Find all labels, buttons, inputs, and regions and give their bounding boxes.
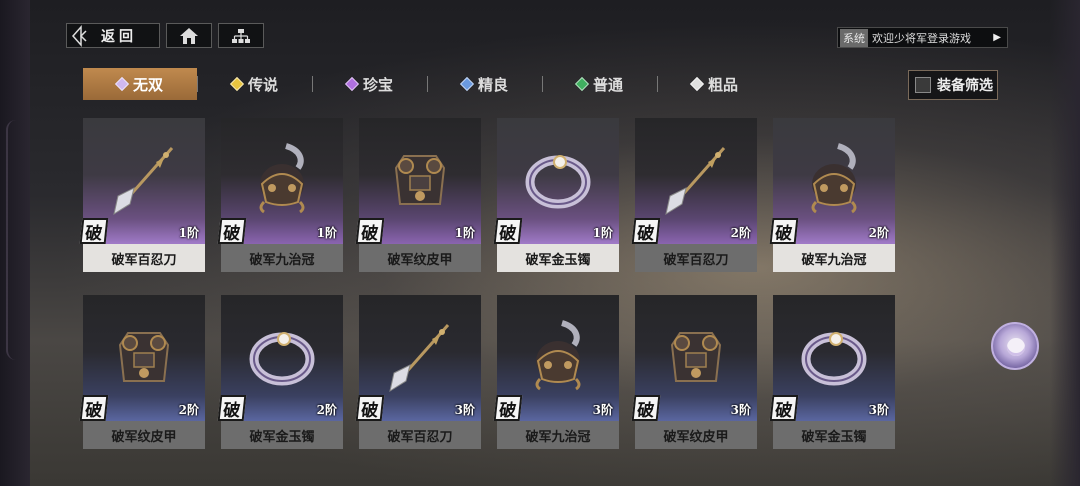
- equipment-name: 破军金玉镯: [773, 421, 895, 449]
- glaive-icon: [656, 138, 736, 218]
- tab-label: 无双: [132, 75, 163, 94]
- system-tag: 系统: [840, 28, 868, 47]
- diamond-icon: [114, 76, 130, 92]
- tier-label: 2阶: [178, 403, 199, 417]
- equipment-grid: 破 1阶 破军百忍刀破 1阶 破军九治冠破 1阶 破军纹皮甲破 1阶 破军金玉镯破 2阶 破军百忍刀…: [79, 118, 895, 449]
- hierarchy-button[interactable]: [218, 23, 264, 48]
- po-badge: 破: [493, 218, 523, 244]
- equipment-card[interactable]: 破 3阶破军九治冠: [493, 295, 619, 449]
- quality-tab[interactable]: 传说: [198, 68, 312, 100]
- tier-label: 3阶: [730, 403, 751, 417]
- equipment-card[interactable]: 破 3阶破军金玉镯: [769, 295, 895, 449]
- bracelet-icon: [794, 315, 874, 395]
- home-icon: [180, 27, 198, 44]
- equipment-card[interactable]: 破 1阶破军纹皮甲: [355, 118, 481, 272]
- tier-label: 3阶: [592, 403, 613, 417]
- po-badge: 破: [631, 218, 661, 244]
- equipment-card[interactable]: 破 2阶破军九治冠: [769, 118, 895, 272]
- equipment-card[interactable]: 破 2阶破军百忍刀: [631, 118, 757, 272]
- tab-label: 普通: [592, 75, 623, 94]
- po-badge: 破: [217, 218, 247, 244]
- tab-label: 传说: [247, 75, 278, 94]
- equipment-card[interactable]: 破 3阶破军百忍刀: [355, 295, 481, 449]
- quality-tab[interactable]: 精良: [428, 68, 542, 100]
- equipment-name: 破军纹皮甲: [635, 421, 757, 449]
- armor-icon: [104, 315, 184, 395]
- tier-label: 3阶: [868, 403, 889, 417]
- helmet-icon: [794, 138, 874, 218]
- po-badge: 破: [493, 395, 523, 421]
- diamond-icon: [459, 76, 475, 92]
- tier-label: 3阶: [454, 403, 475, 417]
- po-badge: 破: [631, 395, 661, 421]
- quality-tab[interactable]: 无双: [83, 68, 197, 100]
- po-badge: 破: [355, 218, 385, 244]
- tier-label: 2阶: [730, 226, 751, 240]
- equipment-name: 破军九治冠: [221, 244, 343, 272]
- home-button[interactable]: [166, 23, 212, 48]
- diamond-icon: [229, 76, 245, 92]
- equipment-card[interactable]: 破 1阶破军百忍刀: [79, 118, 205, 272]
- tab-label: 粗品: [707, 75, 738, 94]
- po-badge: 破: [79, 218, 109, 244]
- po-badge: 破: [79, 395, 109, 421]
- armor-icon: [656, 315, 736, 395]
- helmet-icon: [242, 138, 322, 218]
- po-badge: 破: [217, 395, 247, 421]
- back-button[interactable]: 返回: [66, 23, 160, 48]
- armor-icon: [380, 138, 460, 218]
- top-nav: 返回: [66, 23, 264, 48]
- tier-label: 2阶: [316, 403, 337, 417]
- quality-tabs: 无双 传说 珍宝 精良 普通 粗品: [83, 68, 772, 100]
- equipment-card[interactable]: 破 1阶破军九治冠: [217, 118, 343, 272]
- equipment-name: 破军金玉镯: [221, 421, 343, 449]
- right-decor-edge: [1050, 0, 1080, 486]
- character-avatar-icon[interactable]: [991, 322, 1039, 370]
- glaive-icon: [104, 138, 184, 218]
- play-arrow-icon[interactable]: ▶: [993, 32, 1001, 43]
- equipment-name: 破军九治冠: [773, 244, 895, 272]
- tier-label: 2阶: [868, 226, 889, 240]
- equipment-name: 破军百忍刀: [635, 244, 757, 272]
- tier-label: 1阶: [592, 226, 613, 240]
- helmet-icon: [518, 315, 598, 395]
- diamond-icon: [689, 76, 705, 92]
- bracelet-icon: [242, 315, 322, 395]
- back-label: 返回: [101, 28, 137, 45]
- left-decor-edge: [0, 0, 30, 486]
- po-badge: 破: [355, 395, 385, 421]
- diamond-icon: [344, 76, 360, 92]
- filter-checkbox[interactable]: [915, 77, 931, 93]
- equipment-name: 破军纹皮甲: [83, 421, 205, 449]
- po-badge: 破: [769, 395, 799, 421]
- equipment-name: 破军百忍刀: [83, 244, 205, 272]
- po-badge: 破: [769, 218, 799, 244]
- equipment-name: 破军金玉镯: [497, 244, 619, 272]
- glaive-icon: [380, 315, 460, 395]
- bracelet-icon: [518, 138, 598, 218]
- system-message-bar[interactable]: 系统 欢迎少将军登录游戏 ▶: [837, 27, 1008, 48]
- tier-label: 1阶: [454, 226, 475, 240]
- diamond-icon: [574, 76, 590, 92]
- equipment-name: 破军纹皮甲: [359, 244, 481, 272]
- tier-label: 1阶: [178, 226, 199, 240]
- equipment-card[interactable]: 破 3阶破军纹皮甲: [631, 295, 757, 449]
- equipment-name: 破军九治冠: [497, 421, 619, 449]
- tab-label: 珍宝: [362, 75, 393, 94]
- quality-tab[interactable]: 普通: [543, 68, 657, 100]
- quality-tab[interactable]: 粗品: [658, 68, 772, 100]
- quality-tab[interactable]: 珍宝: [313, 68, 427, 100]
- equipment-card[interactable]: 破 1阶破军金玉镯: [493, 118, 619, 272]
- tier-label: 1阶: [316, 226, 337, 240]
- system-message: 欢迎少将军登录游戏: [872, 31, 971, 45]
- hierarchy-icon: [232, 28, 250, 43]
- equipment-name: 破军百忍刀: [359, 421, 481, 449]
- equipment-filter-toggle[interactable]: 装备筛选: [908, 70, 998, 100]
- back-arrow-icon: [71, 24, 87, 47]
- tab-label: 精良: [477, 75, 508, 94]
- equipment-card[interactable]: 破 2阶破军金玉镯: [217, 295, 343, 449]
- equipment-card[interactable]: 破 2阶破军纹皮甲: [79, 295, 205, 449]
- filter-label: 装备筛选: [937, 78, 993, 94]
